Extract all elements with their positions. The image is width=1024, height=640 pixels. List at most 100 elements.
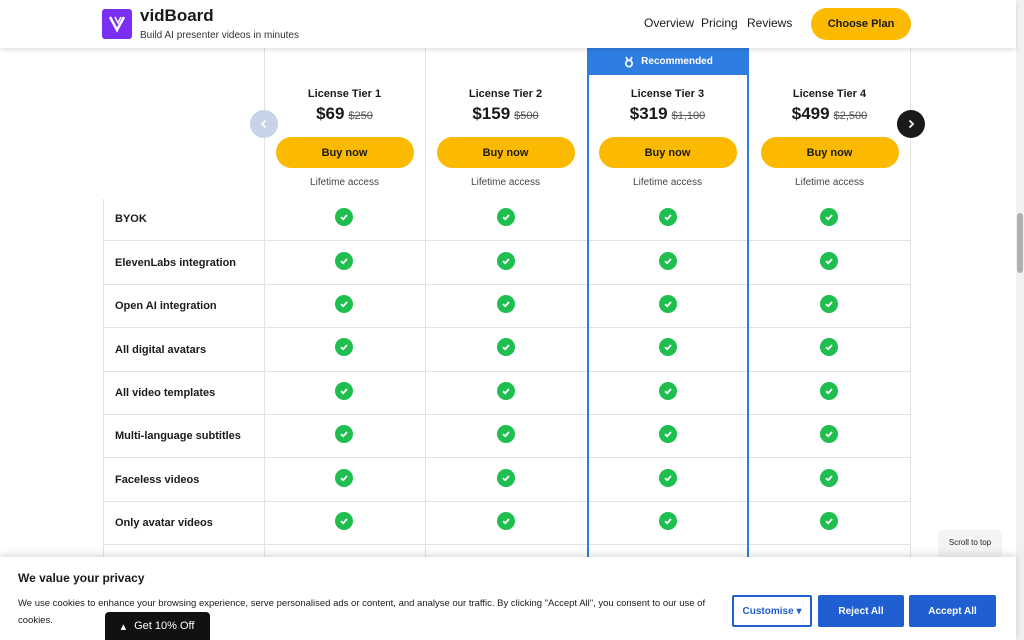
check-icon xyxy=(335,338,353,356)
price-current: $69 xyxy=(316,104,345,123)
buy-now-button-tier-2[interactable]: Buy now xyxy=(436,137,575,168)
scrollbar-thumb[interactable] xyxy=(1017,213,1023,273)
carousel-next-button[interactable] xyxy=(897,110,925,138)
check-icon xyxy=(659,252,677,270)
check-icon xyxy=(335,295,353,313)
accept-all-button[interactable]: Accept All xyxy=(909,595,996,627)
check-icon xyxy=(497,208,515,226)
caret-up-icon: ▴ xyxy=(120,620,127,633)
check-icon xyxy=(820,252,838,270)
cookie-title: We value your privacy xyxy=(18,571,145,585)
tier-price: $499 $2,500 xyxy=(749,104,910,128)
discount-tab[interactable]: ▴ Get 10% Off xyxy=(105,612,210,640)
tier-name: License Tier 3 xyxy=(630,88,705,100)
tier-name: License Tier 1 xyxy=(307,88,382,100)
tier-card-4: License Tier 4 $499 $2,500 Buy now Lifeti… xyxy=(749,80,910,188)
buy-now-button-tier-3[interactable]: Buy now xyxy=(598,137,737,168)
check-icon xyxy=(659,338,677,356)
check-icon xyxy=(659,382,677,400)
price-original: $250 xyxy=(348,110,373,122)
check-icon xyxy=(820,295,838,313)
price-original: $1,100 xyxy=(671,110,706,122)
check-icon xyxy=(497,252,515,270)
tier-card-2: License Tier 2 $159 $500 Buy now Lifetime… xyxy=(425,80,586,188)
tier-name: License Tier 4 xyxy=(792,88,867,100)
tier-name: License Tier 2 xyxy=(468,88,543,100)
site-header: vidBoard Build AI presenter videos in mi… xyxy=(0,0,1016,48)
brand-name[interactable]: vidBoard xyxy=(140,6,214,26)
tier-price: $69 $250 xyxy=(264,104,425,128)
check-icon xyxy=(497,469,515,487)
price-original: $2,500 xyxy=(833,110,868,122)
feature-label: All video templates xyxy=(115,387,216,399)
check-icon xyxy=(820,338,838,356)
check-icon xyxy=(659,425,677,443)
check-icon xyxy=(335,512,353,530)
feature-label: Only avatar videos xyxy=(115,517,213,529)
tier-price: $319 $1,100 xyxy=(587,104,748,128)
check-icon xyxy=(497,382,515,400)
grid-line xyxy=(103,414,911,415)
check-icon xyxy=(335,252,353,270)
customise-label: Customise xyxy=(742,605,794,617)
nav-reviews[interactable]: Reviews xyxy=(747,16,792,30)
page-scrollbar[interactable] xyxy=(1016,0,1024,640)
chevron-left-icon xyxy=(260,119,267,129)
nav-pricing[interactable]: Pricing xyxy=(701,16,738,30)
medal-icon xyxy=(625,56,634,68)
check-icon xyxy=(659,512,677,530)
check-icon xyxy=(820,425,838,443)
carousel-prev-button[interactable] xyxy=(250,110,278,138)
price-current: $159 xyxy=(472,104,511,123)
price-current: $319 xyxy=(629,104,668,123)
vidboard-logo-icon[interactable] xyxy=(102,9,132,39)
grid-line xyxy=(103,501,911,502)
nav-overview[interactable]: Overview xyxy=(644,16,694,30)
check-icon xyxy=(820,382,838,400)
price-original: $500 xyxy=(514,110,539,122)
feature-label: ElevenLabs integration xyxy=(115,257,237,269)
access-note: Lifetime access xyxy=(795,177,864,188)
tier-card-1: License Tier 1 $69 $250 Buy now Lifetime … xyxy=(264,80,425,188)
discount-label: Get 10% Off xyxy=(134,620,195,632)
check-icon xyxy=(335,469,353,487)
check-icon xyxy=(497,512,515,530)
choose-plan-button[interactable]: Choose Plan xyxy=(811,8,911,40)
check-icon xyxy=(820,469,838,487)
caret-down-icon: ▾ xyxy=(796,605,802,617)
price-current: $499 xyxy=(791,104,830,123)
check-icon xyxy=(659,469,677,487)
check-icon xyxy=(335,382,353,400)
tier-price: $159 $500 xyxy=(425,104,586,128)
check-icon xyxy=(497,425,515,443)
check-icon xyxy=(820,208,838,226)
grid-line xyxy=(103,284,911,285)
access-note: Lifetime access xyxy=(471,177,540,188)
check-icon xyxy=(497,338,515,356)
customise-button[interactable]: Customise ▾ xyxy=(732,595,812,627)
tier-card-3: License Tier 3 $319 $1,100 Buy now Lifeti… xyxy=(587,80,748,188)
chevron-right-icon xyxy=(908,119,915,129)
check-icon xyxy=(335,208,353,226)
grid-line xyxy=(103,371,911,372)
buy-now-button-tier-1[interactable]: Buy now xyxy=(275,137,414,168)
scroll-to-top-label: Scroll to top xyxy=(948,538,992,547)
check-icon xyxy=(497,295,515,313)
grid-line xyxy=(103,457,911,458)
access-note: Lifetime access xyxy=(310,177,379,188)
buy-now-button-tier-4[interactable]: Buy now xyxy=(760,137,899,168)
brand-tagline: Build AI presenter videos in minutes xyxy=(140,30,299,41)
scroll-to-top-button[interactable]: Scroll to top xyxy=(938,530,1002,558)
feature-label: Faceless videos xyxy=(115,474,200,486)
reject-all-button[interactable]: Reject All xyxy=(818,595,904,627)
access-note: Lifetime access xyxy=(633,177,702,188)
grid-line xyxy=(103,544,911,545)
recommended-badge: Recommended xyxy=(587,48,749,75)
feature-label: BYOK xyxy=(115,213,147,225)
feature-label: Multi-language subtitles xyxy=(115,430,241,442)
check-icon xyxy=(820,512,838,530)
check-icon xyxy=(659,208,677,226)
feature-label: All digital avatars xyxy=(115,344,207,356)
check-icon xyxy=(335,425,353,443)
feature-label: Open AI integration xyxy=(115,300,217,312)
